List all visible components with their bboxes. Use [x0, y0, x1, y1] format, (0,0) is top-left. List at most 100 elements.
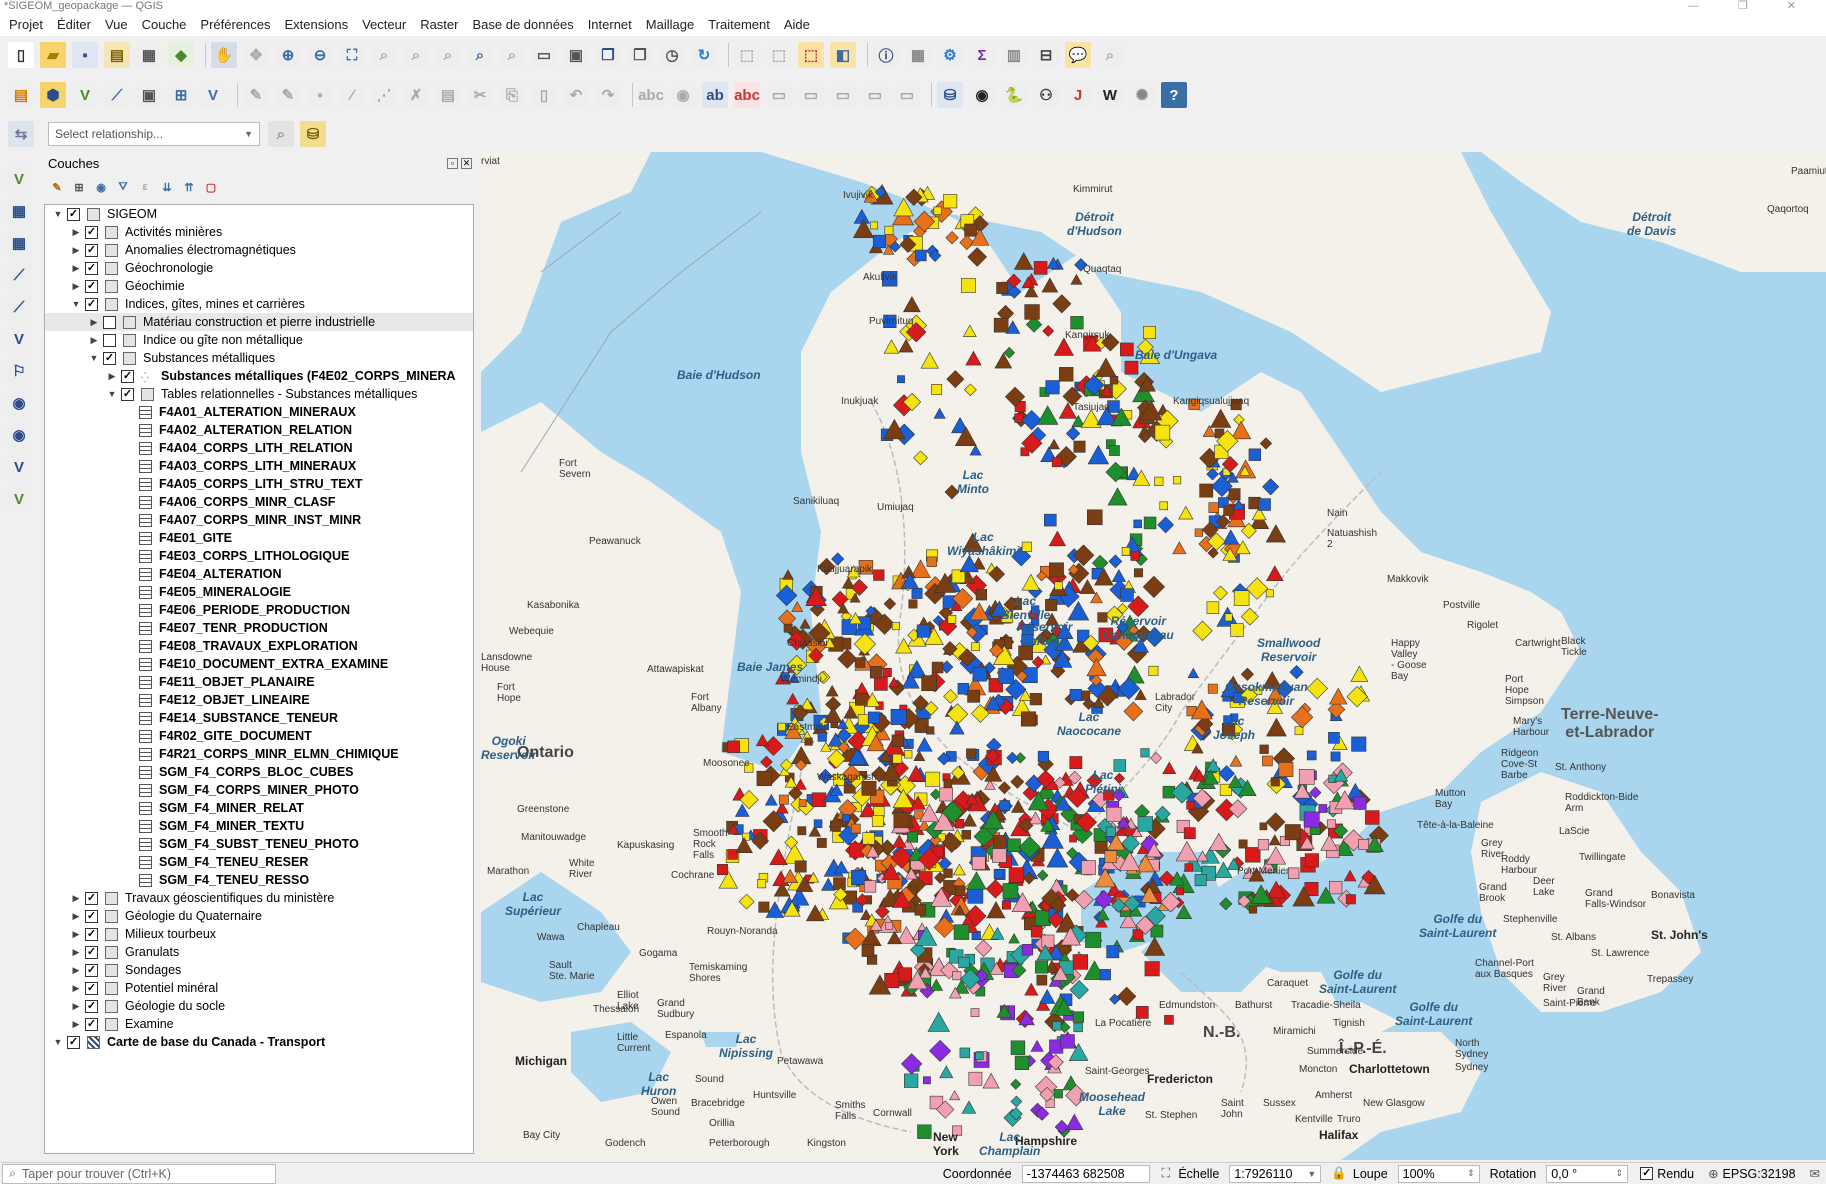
- add-delimited-icon[interactable]: ⟋: [6, 262, 32, 288]
- relation-table-item[interactable]: F4E10_DOCUMENT_EXTRA_EXAMINE: [45, 655, 473, 673]
- expand-arrow-icon[interactable]: ▶: [71, 979, 81, 997]
- zoom-last-icon[interactable]: ⌕: [467, 42, 493, 68]
- collapse-arrow-icon[interactable]: ▼: [53, 205, 63, 223]
- close-panel-icon[interactable]: ✕: [461, 157, 472, 169]
- label-change-icon[interactable]: ▭: [830, 82, 856, 108]
- layer-visibility-checkbox[interactable]: ✓: [121, 370, 134, 383]
- cut-features-icon[interactable]: ✂: [467, 82, 493, 108]
- layer-tree-item[interactable]: ▶ Matériau construction et pierre industr…: [45, 313, 473, 331]
- render-checkbox[interactable]: ✓: [1640, 1167, 1654, 1180]
- layer-tree-item[interactable]: ▶ ✓ Potentiel minéral: [45, 979, 473, 997]
- expand-arrow-icon[interactable]: ▶: [71, 961, 81, 979]
- relation-table-item[interactable]: F4E11_OBJET_PLANAIRE: [45, 673, 473, 691]
- zoom-native-icon[interactable]: ⌕: [435, 42, 461, 68]
- zoom-next-icon[interactable]: ⌕: [499, 42, 525, 68]
- modify-attributes-icon[interactable]: ✗: [403, 82, 429, 108]
- layer-tree-item[interactable]: ▶ ✓ Activités minières: [45, 223, 473, 241]
- database-plugin-icon[interactable]: ⛁: [300, 121, 326, 147]
- select-value-icon[interactable]: ⬚: [766, 42, 792, 68]
- map-tips-icon[interactable]: 💬: [1065, 42, 1091, 68]
- open-project-icon[interactable]: ▰: [40, 42, 66, 68]
- remove-layer-icon[interactable]: ▢: [202, 178, 220, 196]
- menu-12[interactable]: Aide: [777, 14, 817, 36]
- temporal-icon[interactable]: ◷: [659, 42, 685, 68]
- layer-tree-item[interactable]: ▼ ✓ Tables relationnelles - Substances mét…: [45, 385, 473, 403]
- label-toolbar-icon[interactable]: abc: [638, 82, 664, 108]
- layer-visibility-checkbox[interactable]: ✓: [103, 352, 116, 365]
- relation-table-item[interactable]: F4A05_CORPS_LITH_STRU_TEXT: [45, 475, 473, 493]
- new-virtual-layer-icon[interactable]: ⊞: [168, 82, 194, 108]
- style-manager-icon[interactable]: ◆: [168, 42, 194, 68]
- relation-table-item[interactable]: F4A01_ALTERATION_MINERAUX: [45, 403, 473, 421]
- style-brush-icon[interactable]: ✎: [48, 178, 66, 196]
- layer-visibility-checkbox[interactable]: ✓: [85, 928, 98, 941]
- label-show-icon[interactable]: ▭: [862, 82, 888, 108]
- layer-tree-item[interactable]: ▶ ✓ Travaux géoscientifiques du ministère: [45, 889, 473, 907]
- attribute-table-icon[interactable]: ▦: [905, 42, 931, 68]
- collapse-arrow-icon[interactable]: ▼: [89, 349, 99, 367]
- expand-arrow-icon[interactable]: ▶: [71, 277, 81, 295]
- relation-table-item[interactable]: F4E01_GITE: [45, 529, 473, 547]
- float-panel-icon[interactable]: ▫: [447, 157, 458, 169]
- relation-table-item[interactable]: F4E08_TRAVAUX_EXPLORATION: [45, 637, 473, 655]
- locator-search-input[interactable]: ⌕ Taper pour trouver (Ctrl+K): [2, 1163, 276, 1184]
- layer-visibility-checkbox[interactable]: ✓: [67, 208, 80, 221]
- locate-icon[interactable]: ⌕: [1097, 42, 1123, 68]
- data-source-manager-icon[interactable]: ▤: [8, 82, 34, 108]
- identify-icon[interactable]: ⓘ: [873, 42, 899, 68]
- print-layout-icon[interactable]: ▤: [104, 42, 130, 68]
- save-project-icon[interactable]: ▪: [72, 42, 98, 68]
- menu-2[interactable]: Vue: [98, 14, 135, 36]
- new-spatialite-icon[interactable]: ⟋: [104, 82, 130, 108]
- json-icon[interactable]: J: [1065, 82, 1091, 108]
- expand-arrow-icon[interactable]: ▶: [71, 943, 81, 961]
- visibility-eye-icon[interactable]: ◉: [92, 178, 110, 196]
- layer-tree-item[interactable]: ▶ ✓ ⁛ Substances métalliques (F4E02_CORPS_M…: [45, 367, 473, 385]
- layer-tree-item[interactable]: ▶ Indice ou gîte non métallique: [45, 331, 473, 349]
- toggle-editing-icon[interactable]: ✎: [275, 82, 301, 108]
- help-icon[interactable]: ?: [1161, 82, 1187, 108]
- relation-table-item[interactable]: F4E07_TENR_PRODUCTION: [45, 619, 473, 637]
- zoom-layer-icon[interactable]: ⌕: [403, 42, 429, 68]
- expand-all-icon[interactable]: ⇊: [158, 178, 176, 196]
- layer-visibility-checkbox[interactable]: ✓: [85, 982, 98, 995]
- relation-table-item[interactable]: F4A03_CORPS_LITH_MINERAUX: [45, 457, 473, 475]
- layer-tree-item[interactable]: ▶ ✓ Géologie du socle: [45, 997, 473, 1015]
- relation-table-item[interactable]: F4E03_CORPS_LITHOLOGIQUE: [45, 547, 473, 565]
- layer-visibility-checkbox[interactable]: ✓: [85, 946, 98, 959]
- layer-visibility-checkbox[interactable]: ✓: [85, 298, 98, 311]
- add-wms-icon[interactable]: ◉: [6, 390, 32, 416]
- label-highlight-icon[interactable]: ab: [702, 82, 728, 108]
- collapse-arrow-icon[interactable]: ▼: [107, 385, 117, 403]
- add-wfs-icon[interactable]: ◉: [6, 422, 32, 448]
- expand-arrow-icon[interactable]: ▶: [71, 997, 81, 1015]
- expand-arrow-icon[interactable]: ▶: [89, 331, 99, 349]
- layer-tree-item[interactable]: ▶ ✓ Examine: [45, 1015, 473, 1033]
- zoom-selection-icon[interactable]: ⌕: [371, 42, 397, 68]
- add-vector-icon[interactable]: V: [200, 82, 226, 108]
- delete-selected-icon[interactable]: ▤: [435, 82, 461, 108]
- db-manager-icon[interactable]: ⛁: [937, 82, 963, 108]
- add-virtual-icon[interactable]: V: [6, 486, 32, 512]
- menu-4[interactable]: Préférences: [193, 14, 277, 36]
- show-bookmarks-icon[interactable]: ❒: [627, 42, 653, 68]
- digitize-icon[interactable]: ∕: [339, 82, 365, 108]
- globe-plugin-icon[interactable]: ◉: [969, 82, 995, 108]
- relation-table-item[interactable]: SGM_F4_CORPS_BLOC_CUBES: [45, 763, 473, 781]
- menu-3[interactable]: Couche: [135, 14, 194, 36]
- map-canvas[interactable]: rviat Kimmirut Paamiut Qaqortoq Ivujivik Détr…: [481, 152, 1826, 1160]
- save-edits-icon[interactable]: ▪: [307, 82, 333, 108]
- layer-visibility-checkbox[interactable]: ✓: [85, 1018, 98, 1031]
- menu-6[interactable]: Vecteur: [355, 14, 413, 36]
- layer-visibility-checkbox[interactable]: [103, 316, 116, 329]
- pan-selection-icon[interactable]: ✥: [243, 42, 269, 68]
- layer-visibility-checkbox[interactable]: ✓: [85, 244, 98, 257]
- new-geopackage-icon[interactable]: ⬢: [40, 82, 66, 108]
- relation-table-item[interactable]: F4E06_PERIODE_PRODUCTION: [45, 601, 473, 619]
- toggle-extents-icon[interactable]: ⛶: [1162, 1166, 1171, 1181]
- zoom-full-icon[interactable]: ⛶: [339, 42, 365, 68]
- select-relationship-dropdown[interactable]: Select relationship... ▼: [48, 122, 260, 146]
- add-vertex-icon[interactable]: V: [6, 166, 32, 192]
- add-spatialite-icon[interactable]: ⟋: [6, 294, 32, 320]
- add-wcs-icon[interactable]: V: [6, 454, 32, 480]
